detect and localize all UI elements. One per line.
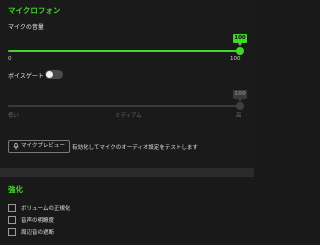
mic-volume-slider[interactable] xyxy=(8,46,244,56)
mic-preview-button-label: マイクプレビュー xyxy=(21,143,65,149)
voice-gate-thumb[interactable] xyxy=(236,102,244,110)
mic-volume-value-badge: 100 xyxy=(233,34,247,46)
voice-gate-value-badge: 100 xyxy=(233,90,247,102)
checkbox[interactable] xyxy=(8,215,16,224)
voice-gate-fill xyxy=(8,105,240,107)
checkbox[interactable] xyxy=(8,203,16,212)
microphone-panel: マイクロフォン マイクの音量 100 0 100 ボイスゲート 100 低い ミ… xyxy=(0,0,254,168)
enhancement-option-ambient-noise-reduction[interactable]: 周辺音の遮断 xyxy=(8,227,54,236)
mic-preview-description: 有効化してマイクのオーディオ設定をテストします xyxy=(72,145,198,151)
voice-gate-slider[interactable] xyxy=(8,101,244,111)
section-divider xyxy=(0,168,254,177)
voice-gate-label: ボイスゲート xyxy=(8,73,44,80)
mic-volume-min-label: 0 xyxy=(8,56,12,62)
checkbox-label: 周辺音の遮断 xyxy=(21,229,55,236)
enhancement-option-volume-normalization[interactable]: ボリュームの正規化 xyxy=(8,203,70,212)
mic-volume-thumb[interactable] xyxy=(236,47,244,55)
microphone-section-title: マイクロフォン xyxy=(8,6,61,15)
voice-gate-low-label: 低い xyxy=(8,113,20,119)
mic-volume-fill xyxy=(8,50,240,52)
mic-volume-label: マイクの音量 xyxy=(8,24,44,31)
enhancement-panel: 強化 ボリュームの正規化 音声の明瞭度 周辺音の遮断 xyxy=(0,177,254,245)
checkbox-label: ボリュームの正規化 xyxy=(21,205,71,212)
voice-gate-toggle[interactable] xyxy=(45,70,63,79)
mic-volume-max-label: 100 xyxy=(230,56,241,62)
checkbox-label: 音声の明瞭度 xyxy=(21,217,55,224)
enhancement-option-voice-clarity[interactable]: 音声の明瞭度 xyxy=(8,215,54,224)
checkbox[interactable] xyxy=(8,227,16,236)
voice-gate-toggle-knob xyxy=(46,71,53,78)
voice-gate-mid-label: ミディアム xyxy=(115,113,142,119)
microphone-icon xyxy=(13,143,19,150)
mic-preview-button[interactable]: マイクプレビュー xyxy=(8,140,70,153)
voice-gate-high-label: 高 xyxy=(236,113,242,119)
enhancement-section-title: 強化 xyxy=(8,185,23,194)
